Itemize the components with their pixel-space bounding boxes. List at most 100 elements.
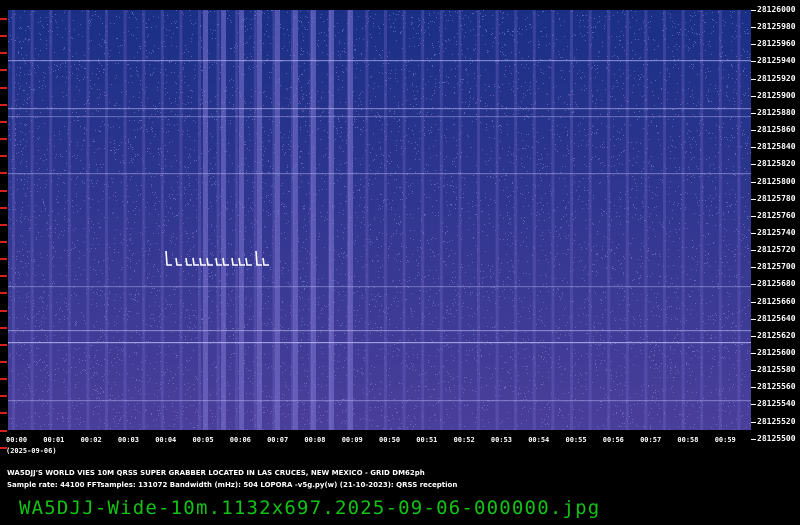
left-red-marker	[0, 69, 7, 72]
left-red-marker	[0, 18, 7, 20]
time-label: 00:51	[416, 436, 438, 444]
frequency-tick	[751, 353, 756, 354]
frequency-tick	[751, 181, 756, 183]
time-label: 00:59	[714, 436, 736, 444]
frequency-label: 28125520	[757, 416, 796, 426]
left-red-marker	[0, 292, 7, 295]
frequency-tick	[751, 95, 756, 97]
left-red-marker	[0, 361, 7, 363]
frequency-label: 28125980	[757, 22, 796, 32]
left-red-marker	[0, 309, 7, 312]
time-label: 00:06	[229, 436, 251, 444]
reception-parameters-line: Sample rate: 44100 FFTsamples: 131072 Ba…	[7, 481, 458, 489]
image-filename: WA5DJJ-Wide-10m.1132x697.2025-09-06-0000…	[19, 497, 601, 519]
frequency-label: 28125760	[757, 210, 796, 220]
frequency-label: 28125700	[757, 262, 796, 272]
time-label: 00:56	[602, 436, 624, 444]
frequency-label: 28125720	[757, 245, 796, 255]
frequency-tick	[751, 198, 756, 200]
frequency-tick	[751, 318, 756, 320]
frequency-tick	[751, 27, 756, 29]
frequency-tick	[751, 147, 756, 149]
time-label: 00:52	[453, 436, 475, 444]
frequency-tick	[751, 164, 756, 166]
left-red-marker	[0, 343, 7, 346]
time-label: 00:00	[6, 436, 28, 444]
frequency-label: 28125820	[757, 159, 796, 169]
frequency-label: 28126000	[757, 5, 796, 14]
time-label: 00:03	[117, 436, 139, 444]
frequency-tick	[751, 10, 756, 11]
station-info-line: WA5DJJ'S WORLD VIES 10M QRSS SUPER GRABB…	[7, 469, 425, 477]
left-red-marker	[0, 35, 7, 38]
left-red-marker	[0, 86, 7, 89]
frequency-label: 28125860	[757, 125, 796, 135]
time-label: 00:04	[155, 436, 177, 444]
frequency-tick	[751, 284, 756, 286]
frequency-label: 28125780	[757, 193, 796, 203]
frequency-tick	[751, 78, 756, 80]
frequency-tick	[751, 335, 756, 337]
left-red-marker	[0, 103, 7, 106]
frequency-label: 28125800	[757, 176, 796, 186]
frequency-tick	[751, 267, 756, 269]
left-red-marker	[0, 138, 7, 141]
left-red-marker	[0, 240, 7, 243]
time-label: 00:54	[528, 436, 550, 444]
frequency-label: 28125580	[757, 365, 796, 375]
frequency-label: 28125620	[757, 330, 796, 340]
left-red-marker	[0, 52, 7, 55]
frequency-label: 28125600	[757, 348, 796, 357]
time-label: 00:02	[80, 436, 102, 444]
left-red-marker	[0, 412, 7, 415]
left-red-marker	[0, 378, 7, 381]
time-label: 00:55	[565, 436, 587, 444]
left-red-marker	[0, 155, 7, 158]
frequency-tick	[751, 112, 756, 114]
left-red-marker	[0, 120, 7, 123]
frequency-label: 28125920	[757, 73, 796, 83]
frequency-tick	[751, 301, 756, 303]
frequency-label: 28125560	[757, 382, 796, 392]
frequency-label: 28125740	[757, 227, 796, 237]
frequency-tick	[751, 438, 756, 440]
frequency-label: 28125940	[757, 56, 796, 66]
time-label: 00:50	[379, 436, 401, 444]
time-label: 00:05	[192, 436, 214, 444]
time-label: 00:57	[640, 436, 662, 444]
frequency-tick	[751, 250, 756, 252]
time-label: 00:07	[267, 436, 289, 444]
frequency-label: 28125680	[757, 279, 796, 289]
frequency-label: 28125640	[757, 313, 796, 323]
spectrogram-canvas	[8, 10, 751, 430]
left-red-marker	[0, 275, 7, 278]
left-red-marker	[0, 223, 7, 226]
frequency-tick	[751, 232, 756, 234]
frequency-label: 28125500	[757, 433, 796, 443]
left-red-marker	[0, 172, 7, 175]
time-label: 00:08	[304, 436, 326, 444]
time-label: 00:53	[490, 436, 512, 444]
frequency-label: 28125660	[757, 296, 796, 306]
left-red-marker	[0, 258, 7, 261]
left-red-marker	[0, 395, 7, 398]
frequency-tick	[751, 404, 756, 406]
frequency-tick	[751, 421, 756, 423]
time-label: 00:01	[43, 436, 65, 444]
frequency-tick	[751, 215, 756, 217]
left-red-marker	[0, 189, 7, 192]
spectrogram-display	[8, 10, 751, 430]
frequency-label: 28125840	[757, 142, 796, 152]
left-red-marker	[0, 446, 7, 449]
time-label: 00:58	[677, 436, 699, 444]
date-label: (2025-09-06)	[6, 447, 57, 455]
frequency-label: 28125960	[757, 39, 796, 49]
left-red-marker	[0, 429, 7, 432]
time-label: 00:09	[341, 436, 363, 444]
frequency-tick	[751, 387, 756, 389]
frequency-tick	[751, 130, 756, 132]
frequency-tick	[751, 44, 756, 46]
frequency-label: 28125540	[757, 399, 796, 409]
left-red-marker	[0, 326, 7, 329]
frequency-label: 28125900	[757, 90, 796, 100]
